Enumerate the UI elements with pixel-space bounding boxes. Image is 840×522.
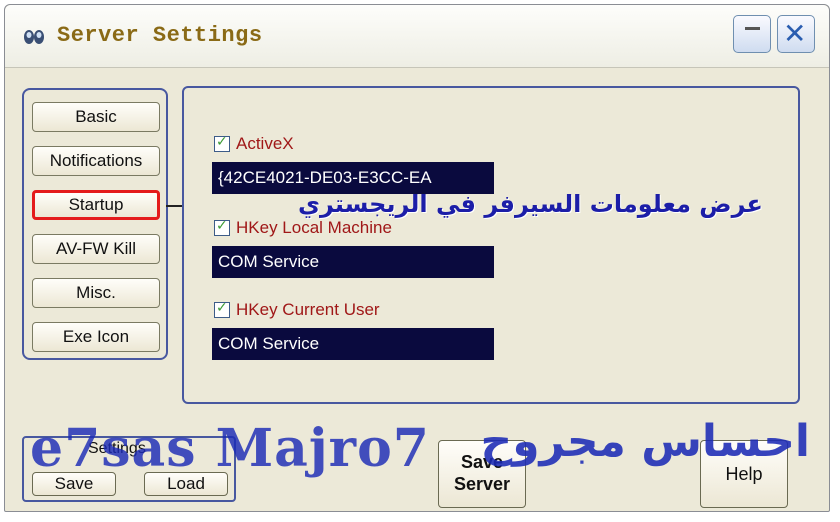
nav-misc-button[interactable]: Misc. [32, 278, 160, 308]
close-icon: ✕ [783, 17, 807, 50]
arabic-annotation: عرض معلومات السيرفر في الريجستري [298, 190, 763, 218]
nav-startup-button[interactable]: Startup [32, 190, 160, 220]
hklm-field[interactable]: COM Service [212, 246, 494, 278]
nav-notifications-button[interactable]: Notifications [32, 146, 160, 176]
minimize-button[interactable] [733, 15, 771, 53]
window-title: Server Settings [57, 23, 263, 48]
nav-basic-button[interactable]: Basic [32, 102, 160, 132]
hkcu-label: HKey Current User [236, 300, 380, 319]
hkcu-field[interactable]: COM Service [212, 328, 494, 360]
nav-av-fw-kill-button[interactable]: AV-FW Kill [32, 234, 160, 264]
watermark-latin: e7sas Majro7 [30, 418, 430, 479]
nav-exe-icon-button[interactable]: Exe Icon [32, 322, 160, 352]
activex-checkbox[interactable] [214, 134, 230, 152]
watermark-arabic: احساس مجروح [480, 416, 810, 467]
close-button[interactable]: ✕ [777, 15, 815, 53]
title-bar[interactable]: Server Settings ✕ [5, 5, 829, 68]
hkcu-checkbox[interactable] [214, 300, 230, 318]
save-server-label-line2: Server [453, 474, 511, 494]
alien-eyes-icon [24, 30, 44, 44]
nav-panel: Basic Notifications Startup AV-FW Kill M… [22, 88, 168, 360]
activex-label: ActiveX [236, 134, 294, 153]
hklm-label: HKey Local Machine [236, 218, 392, 237]
hklm-checkbox[interactable] [214, 218, 230, 236]
